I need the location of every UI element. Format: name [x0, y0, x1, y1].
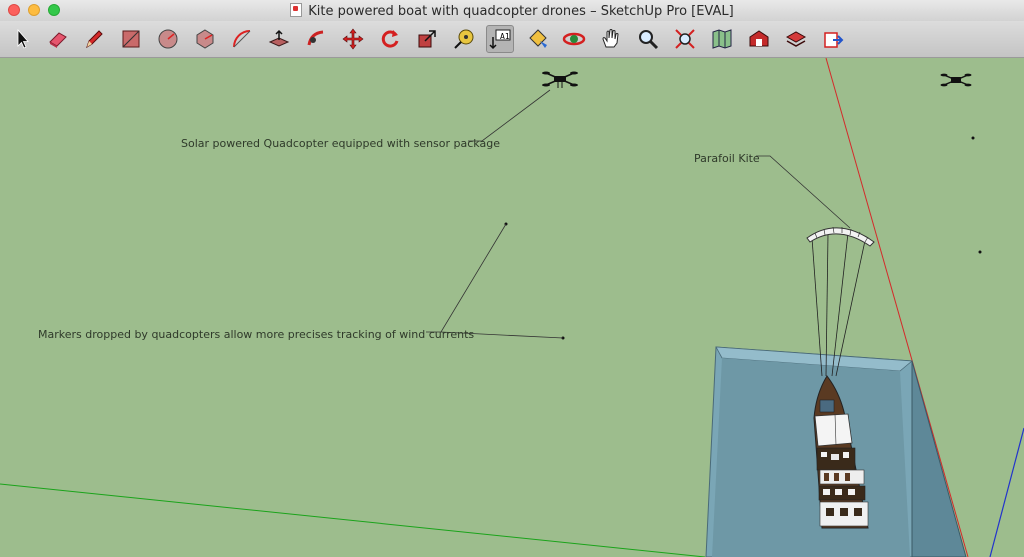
- eraser-tool-button[interactable]: [44, 25, 72, 53]
- document-icon: [290, 3, 303, 17]
- arc-icon: [233, 30, 251, 48]
- annotation-kite[interactable]: Parafoil Kite: [694, 152, 760, 165]
- follow-me-tool-button[interactable]: [302, 25, 330, 53]
- orbit-icon: [562, 32, 586, 46]
- window-title: Kite powered boat with quadcopter drones…: [0, 3, 1024, 19]
- circle-tool-button[interactable]: [154, 25, 182, 53]
- sketchup-window: Kite powered boat with quadcopter drones…: [0, 0, 1024, 557]
- window-title-text: Kite powered boat with quadcopter drones…: [308, 4, 734, 19]
- polygon-tool-button[interactable]: [191, 25, 219, 53]
- green-axis: [0, 483, 706, 557]
- push-pull-icon: [268, 29, 290, 47]
- title-bar: Kite powered boat with quadcopter drones…: [0, 0, 1024, 22]
- magnifier-icon: [639, 30, 659, 50]
- wind-markers: [504, 136, 982, 340]
- annotation-quadcopter[interactable]: Solar powered Quadcopter equipped with s…: [181, 137, 500, 150]
- circle-icon: [158, 29, 178, 49]
- zoom-extents-icon: [675, 29, 695, 49]
- text-tool-label: A1: [500, 32, 510, 41]
- share-model-icon: [785, 31, 807, 47]
- tape-measure-tool-button[interactable]: [450, 25, 478, 53]
- annotation-markers[interactable]: Markers dropped by quadcopters allow mor…: [38, 328, 474, 341]
- rotate-icon: [381, 30, 399, 48]
- model-scene: [0, 58, 1024, 557]
- scale-tool-button[interactable]: [413, 25, 441, 53]
- map-view-icon: [712, 29, 732, 49]
- select-tool-button[interactable]: [8, 25, 36, 53]
- get-models-tool-button[interactable]: [745, 25, 773, 53]
- zoom-tool-button[interactable]: [634, 25, 662, 53]
- kite-lines: [811, 232, 867, 377]
- blue-axis: [989, 427, 1024, 557]
- arc-tool-button[interactable]: [228, 25, 256, 53]
- follow-me-icon: [307, 30, 324, 46]
- hand-icon: [602, 29, 619, 48]
- extension-icon: [824, 32, 844, 48]
- model-viewport[interactable]: Solar powered Quadcopter equipped with s…: [0, 58, 1024, 557]
- orbit-tool-button[interactable]: [560, 25, 588, 53]
- move-tool-button[interactable]: [339, 25, 367, 53]
- extension-warehouse-tool-button[interactable]: [820, 25, 848, 53]
- quadcopter-drone-secondary: [940, 73, 972, 87]
- pencil-tool-button[interactable]: [80, 25, 108, 53]
- push-pull-tool-button[interactable]: [265, 25, 293, 53]
- annotation-leaders: [426, 89, 851, 339]
- rectangle-icon: [122, 30, 140, 48]
- rectangle-tool-button[interactable]: [117, 25, 145, 53]
- move-icon: [342, 28, 364, 50]
- tape-measure-icon: [454, 29, 474, 49]
- warehouse-icon: [749, 30, 769, 47]
- rotate-tool-button[interactable]: [376, 25, 404, 53]
- arrow-cursor-icon: [17, 28, 29, 49]
- pencil-icon: [86, 30, 103, 49]
- quadcopter-drone-main: [542, 71, 578, 88]
- paint-bucket-tool-button[interactable]: [524, 25, 552, 53]
- text-tool-button[interactable]: A1: [486, 25, 514, 53]
- previous-view-tool-button[interactable]: [708, 25, 736, 53]
- zoom-extents-tool-button[interactable]: [671, 25, 699, 53]
- paint-bucket-icon: [529, 29, 547, 48]
- pan-tool-button[interactable]: [597, 25, 625, 53]
- share-model-tool-button[interactable]: [782, 25, 810, 53]
- tool-bar: A1: [0, 21, 1024, 58]
- eraser-icon: [49, 32, 67, 48]
- parafoil-kite: [806, 226, 875, 247]
- scale-icon: [418, 30, 436, 48]
- polygon-icon: [196, 29, 214, 49]
